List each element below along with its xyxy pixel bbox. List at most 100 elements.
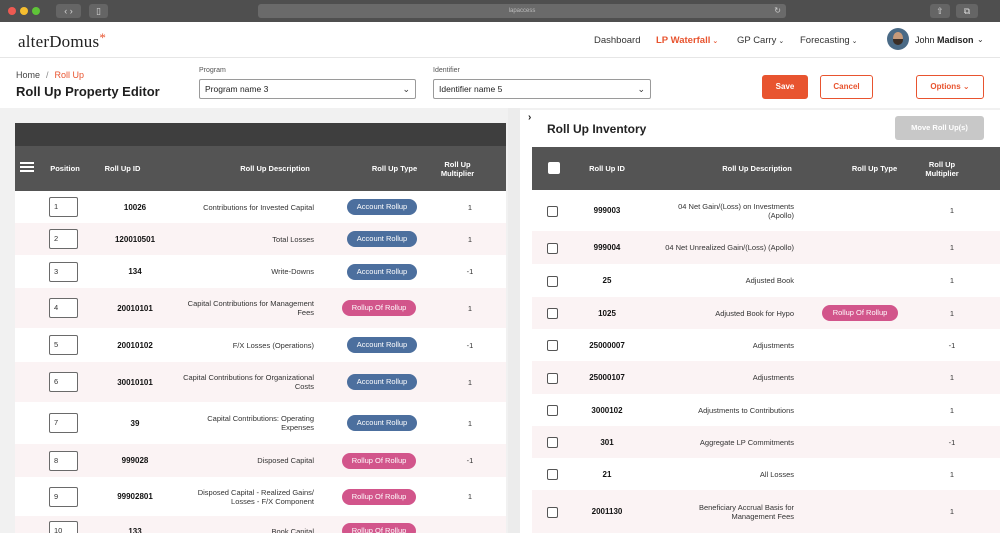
program-select[interactable]: Program name 3 ⌄: [199, 79, 416, 99]
table-row[interactable]: 1 10026 Contributions for Invested Capital…: [15, 191, 506, 223]
address-bar[interactable]: lapaccess ↻: [258, 4, 786, 18]
table-row[interactable]: 9 99902801 Disposed Capital - Realized Gai…: [15, 477, 506, 516]
position-input[interactable]: 2: [49, 229, 78, 249]
inv-header-multiplier[interactable]: Roll Up Multiplier: [912, 147, 972, 190]
rollup-type-badge: Account Rollup: [347, 337, 417, 353]
nav-lp-waterfall[interactable]: LP Waterfall ⌄: [656, 35, 718, 46]
table-row[interactable]: 10 133 Book Capital Rollup Of Rollup: [15, 516, 506, 533]
close-window-button[interactable]: [8, 7, 16, 15]
back-forward-icon[interactable]: ‹ ›: [56, 4, 81, 18]
inv-rollup-description: Adjusted Book for Hypo: [642, 297, 794, 329]
inv-header-description[interactable]: Roll Up Description: [702, 147, 812, 190]
options-button[interactable]: Options ⌄: [916, 75, 984, 99]
user-menu[interactable]: John Madison: [915, 35, 974, 45]
table-row[interactable]: 3 134 Write-Downs Account Rollup -1: [15, 255, 506, 288]
row-checkbox[interactable]: [547, 405, 558, 416]
header-description[interactable]: Roll Up Description: [225, 146, 325, 191]
row-checkbox[interactable]: [547, 206, 558, 217]
position-input[interactable]: 5: [49, 335, 78, 355]
row-checkbox[interactable]: [547, 437, 558, 448]
inv-rollup-description: All Losses: [642, 458, 794, 490]
inventory-row[interactable]: 21 All Losses 1: [532, 458, 1000, 490]
inv-rollup-id: 25: [602, 276, 612, 285]
column-menu-icon[interactable]: [20, 162, 34, 175]
position-input[interactable]: 6: [49, 372, 78, 392]
table-row[interactable]: 2 120010501 Total Losses Account Rollup 1: [15, 223, 506, 255]
description-line2: Costs: [294, 382, 314, 391]
nav-gp-carry[interactable]: GP Carry ⌄: [737, 35, 784, 46]
header-rollup-id[interactable]: Roll Up ID: [95, 146, 150, 191]
reload-icon[interactable]: ↻: [774, 4, 781, 18]
row-checkbox[interactable]: [547, 373, 558, 384]
inv-rollup-id: 999004: [593, 243, 621, 252]
nav-forecasting[interactable]: Forecasting ⌄: [800, 35, 858, 46]
table-row[interactable]: 4 20010101 Capital Contributions for Manag…: [15, 288, 506, 328]
identifier-select[interactable]: Identifier name 5 ⌄: [433, 79, 651, 99]
chevron-down-icon: ⌄: [712, 38, 719, 45]
inv-rollup-description: Adjustments: [642, 329, 794, 361]
cancel-button[interactable]: Cancel: [820, 75, 873, 99]
brand-logo[interactable]: alterDomus*: [18, 30, 106, 52]
sidebar-toggle-icon[interactable]: ▯: [89, 4, 108, 18]
minimize-window-button[interactable]: [20, 7, 28, 15]
position-input[interactable]: 7: [49, 413, 78, 433]
inventory-row[interactable]: 25000107 Adjustments 1: [532, 361, 1000, 394]
breadcrumb-current[interactable]: Roll Up: [55, 70, 85, 80]
maximize-window-button[interactable]: [32, 7, 40, 15]
header-multiplier[interactable]: Roll Up Multiplier: [430, 146, 485, 191]
position-input[interactable]: 10: [49, 521, 78, 533]
inventory-row[interactable]: 1025 Adjusted Book for Hypo 1 Rollup Of Rol…: [532, 297, 1000, 329]
share-icon[interactable]: ⇧: [930, 4, 950, 18]
logo-text: alterDomus: [18, 32, 100, 51]
nav-dashboard[interactable]: Dashboard: [594, 35, 640, 46]
rollup-type-badge: Rollup Of Rollup: [342, 453, 416, 469]
tabs-icon[interactable]: ⧉: [956, 4, 978, 18]
inv-rollup-multiplier: 1: [949, 308, 955, 318]
header-type[interactable]: Roll Up Type: [358, 146, 431, 191]
inventory-row[interactable]: 301 Aggregate LP Commitments -1: [532, 426, 1000, 458]
table-row[interactable]: 8 999028 Disposed Capital Rollup Of Rollup -…: [15, 444, 506, 477]
rollup-type-badge: Account Rollup: [347, 199, 417, 215]
inv-header-type[interactable]: Roll Up Type: [837, 147, 912, 190]
position-input[interactable]: 9: [49, 487, 78, 507]
breadcrumb-home[interactable]: Home: [16, 70, 40, 80]
header-position[interactable]: Position: [45, 146, 85, 191]
inventory-row[interactable]: 2001130 Beneficiary Accrual Basis for Mana…: [532, 490, 1000, 533]
inventory-row[interactable]: 25000007 Adjustments -1: [532, 329, 1000, 361]
collapse-panel-icon[interactable]: ›: [528, 112, 531, 123]
inventory-row[interactable]: 25 Adjusted Book 1: [532, 264, 1000, 297]
position-input[interactable]: 3: [49, 262, 78, 282]
inv-description-line1: Adjustments: [752, 373, 794, 382]
avatar[interactable]: [887, 28, 909, 50]
row-checkbox[interactable]: [547, 507, 558, 518]
row-checkbox[interactable]: [547, 243, 558, 254]
rollup-multiplier: -1: [466, 456, 474, 465]
table-row[interactable]: 5 20010102 F/X Losses (Operations) Account …: [15, 328, 506, 362]
save-button[interactable]: Save: [762, 75, 808, 99]
move-rollups-button[interactable]: Move Roll Up(s): [895, 116, 984, 140]
position-input[interactable]: 8: [49, 451, 78, 471]
row-checkbox[interactable]: [547, 308, 558, 319]
inventory-row[interactable]: 3000102 Adjustments to Contributions 1: [532, 394, 1000, 426]
position-input[interactable]: 1: [49, 197, 78, 217]
inv-rollup-multiplier: 1: [949, 405, 955, 415]
inventory-row[interactable]: 999004 04 Net Unrealized Gain/(Loss) (Apo…: [532, 231, 1000, 264]
inventory-row[interactable]: 999003 04 Net Gain/(Loss) on Investments(…: [532, 190, 1000, 231]
inv-description-line1: 04 Net Gain/(Loss) on Investments: [678, 201, 794, 211]
inv-rollup-multiplier: 1: [949, 243, 955, 252]
inv-header-rollup-id[interactable]: Roll Up ID: [572, 147, 642, 190]
table-row[interactable]: 7 39 Capital Contributions: Operating Expen…: [15, 402, 506, 444]
rollup-multiplier: 1: [467, 418, 473, 428]
table-row[interactable]: 6 30010101 Capital Contributions for Organ…: [15, 362, 506, 402]
row-checkbox[interactable]: [547, 276, 558, 287]
inv-rollup-id: 2001130: [591, 507, 623, 516]
browser-chrome: ‹ › ▯ lapaccess ↻ ⇧ ⧉: [0, 0, 1000, 22]
rollup-description: Capital Contributions for Management Fees: [155, 288, 314, 328]
position-input[interactable]: 4: [49, 298, 78, 318]
description-line1: Disposed Capital: [257, 456, 314, 465]
row-checkbox[interactable]: [547, 469, 558, 480]
row-checkbox[interactable]: [547, 340, 558, 351]
chevron-down-icon[interactable]: ⌄: [977, 35, 984, 44]
select-all-checkbox[interactable]: [548, 162, 560, 174]
user-first-name: John: [915, 35, 935, 45]
